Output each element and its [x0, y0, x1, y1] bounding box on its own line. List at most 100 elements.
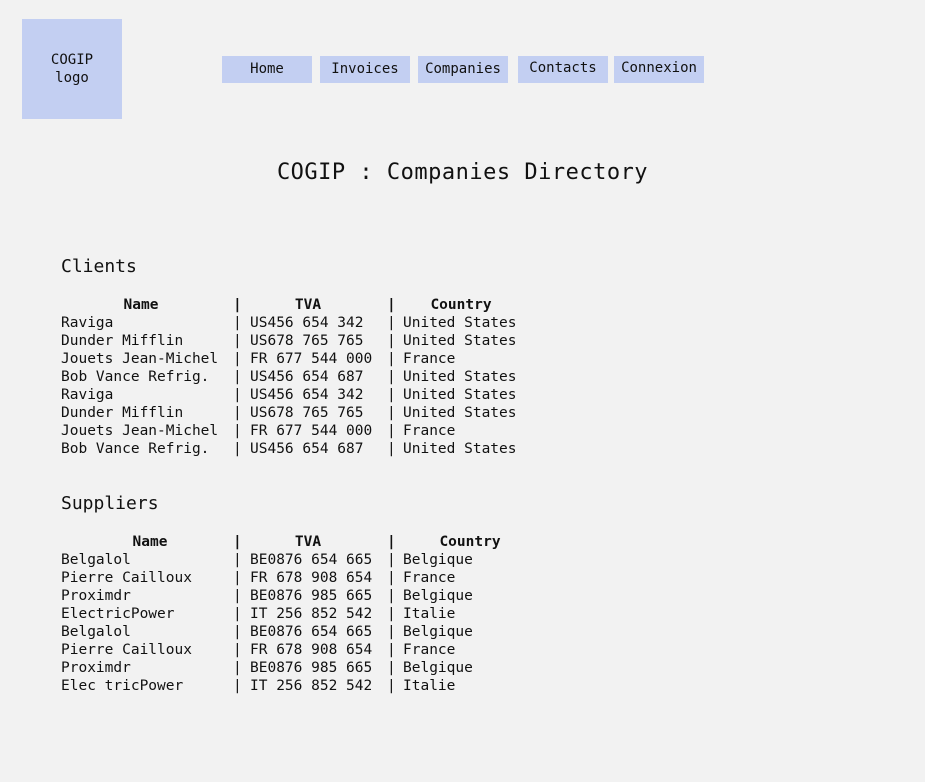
- suppliers-name-cell: Belgalol: [61, 552, 131, 568]
- clients-row-separator: |: [233, 405, 242, 421]
- suppliers-row-separator: |: [387, 570, 396, 586]
- page-title: COGIP : Companies Directory: [276, 160, 649, 185]
- suppliers-country-cell: France: [403, 642, 456, 658]
- clients-country-cell: United States: [403, 369, 517, 385]
- clients-table: Name | TVA | Country Raviga | US456 654 34…: [61, 296, 541, 458]
- suppliers-row-separator: |: [387, 552, 396, 568]
- nav-invoices-button[interactable]: Invoices: [320, 56, 410, 83]
- suppliers-row-separator: |: [233, 588, 242, 604]
- clients-tva-cell: FR 677 544 000: [250, 351, 373, 367]
- clients-row-separator: |: [387, 387, 396, 403]
- clients-header-separator: |: [233, 297, 242, 313]
- suppliers-header-country: Country: [439, 534, 501, 550]
- clients-row-separator: |: [233, 387, 242, 403]
- suppliers-tva-cell: BE0876 654 665: [250, 552, 373, 568]
- suppliers-header-separator: |: [387, 534, 396, 550]
- clients-header-country: Country: [430, 297, 492, 313]
- suppliers-row-separator: |: [233, 660, 242, 676]
- suppliers-country-cell: Belgique: [403, 660, 473, 676]
- suppliers-name-cell: Proximdr: [61, 660, 131, 676]
- clients-row-separator: |: [387, 369, 396, 385]
- suppliers-row-separator: |: [387, 678, 396, 694]
- suppliers-table-row: Belgalol | BE0876 654 665 | Belgique: [61, 623, 541, 641]
- clients-row-separator: |: [387, 333, 396, 349]
- suppliers-country-cell: Belgique: [403, 624, 473, 640]
- suppliers-country-cell: Belgique: [403, 588, 473, 604]
- clients-row-separator: |: [233, 333, 242, 349]
- suppliers-header-tva: TVA: [294, 534, 322, 550]
- suppliers-country-cell: Italie: [403, 606, 456, 622]
- clients-tva-cell: US678 765 765: [250, 405, 364, 421]
- suppliers-table-row: Pierre Cailloux | FR 678 908 654 | France: [61, 569, 541, 587]
- suppliers-row-separator: |: [233, 552, 242, 568]
- suppliers-row-separator: |: [387, 624, 396, 640]
- suppliers-table: Name | TVA | Country Belgalol | BE0876 654…: [61, 533, 541, 695]
- suppliers-tva-cell: FR 678 908 654: [250, 570, 373, 586]
- clients-name-cell: Bob Vance Refrig.: [61, 369, 210, 385]
- suppliers-name-cell: Elec tricPower: [61, 678, 184, 694]
- suppliers-table-row: Proximdr | BE0876 985 665 | Belgique: [61, 659, 541, 677]
- suppliers-tva-cell: BE0876 985 665: [250, 660, 373, 676]
- suppliers-row-separator: |: [387, 660, 396, 676]
- suppliers-header-name: Name: [132, 534, 168, 550]
- suppliers-table-row: Proximdr | BE0876 985 665 | Belgique: [61, 587, 541, 605]
- clients-name-cell: Raviga: [61, 315, 114, 331]
- clients-row-separator: |: [233, 441, 242, 457]
- clients-header-tva: TVA: [294, 297, 322, 313]
- clients-table-row: Dunder Mifflin | US678 765 765 | United Stat…: [61, 332, 541, 350]
- nav-connexion-button[interactable]: Connexion: [614, 56, 704, 83]
- clients-row-separator: |: [233, 369, 242, 385]
- clients-country-cell: United States: [403, 315, 517, 331]
- suppliers-row-separator: |: [233, 678, 242, 694]
- suppliers-section-title: Suppliers: [61, 493, 159, 514]
- clients-row-separator: |: [387, 423, 396, 439]
- clients-table-row: Raviga | US456 654 342 | United States: [61, 314, 541, 332]
- suppliers-row-separator: |: [233, 624, 242, 640]
- suppliers-row-separator: |: [387, 606, 396, 622]
- clients-table-row: Raviga | US456 654 342 | United States: [61, 386, 541, 404]
- clients-tva-cell: FR 677 544 000: [250, 423, 373, 439]
- clients-name-cell: Bob Vance Refrig.: [61, 441, 210, 457]
- clients-header-name: Name: [123, 297, 159, 313]
- suppliers-name-cell: Belgalol: [61, 624, 131, 640]
- suppliers-name-cell: ElectricPower: [61, 606, 175, 622]
- clients-row-separator: |: [233, 315, 242, 331]
- clients-country-cell: France: [403, 351, 456, 367]
- nav-contacts-button[interactable]: Contacts: [518, 56, 608, 83]
- suppliers-name-cell: Pierre Cailloux: [61, 570, 192, 586]
- suppliers-tva-cell: IT 256 852 542: [250, 678, 373, 694]
- clients-name-cell: Raviga: [61, 387, 114, 403]
- clients-table-row: Jouets Jean-Michel | FR 677 544 000 | France: [61, 350, 541, 368]
- suppliers-table-header: Name | TVA | Country: [61, 533, 541, 551]
- suppliers-row-separator: |: [233, 642, 242, 658]
- clients-table-header: Name | TVA | Country: [61, 296, 541, 314]
- clients-country-cell: United States: [403, 441, 517, 457]
- clients-table-row: Bob Vance Refrig. | US456 654 687 | United S…: [61, 440, 541, 458]
- clients-name-cell: Dunder Mifflin: [61, 333, 184, 349]
- suppliers-row-separator: |: [387, 588, 396, 604]
- suppliers-table-row: Pierre Cailloux | FR 678 908 654 | France: [61, 641, 541, 659]
- nav-home-button[interactable]: Home: [222, 56, 312, 83]
- suppliers-tva-cell: FR 678 908 654: [250, 642, 373, 658]
- clients-tva-cell: US456 654 687: [250, 441, 364, 457]
- nav-companies-button[interactable]: Companies: [418, 56, 508, 83]
- suppliers-name-cell: Proximdr: [61, 588, 131, 604]
- clients-row-separator: |: [233, 423, 242, 439]
- clients-tva-cell: US678 765 765: [250, 333, 364, 349]
- suppliers-row-separator: |: [233, 570, 242, 586]
- clients-table-row: Bob Vance Refrig. | US456 654 687 | United S…: [61, 368, 541, 386]
- clients-row-separator: |: [387, 441, 396, 457]
- clients-header-separator: |: [387, 297, 396, 313]
- clients-section-title: Clients: [61, 256, 137, 277]
- clients-tva-cell: US456 654 687: [250, 369, 364, 385]
- suppliers-row-separator: |: [387, 642, 396, 658]
- clients-table-row: Dunder Mifflin | US678 765 765 | United Stat…: [61, 404, 541, 422]
- clients-country-cell: United States: [403, 405, 517, 421]
- clients-name-cell: Jouets Jean-Michel: [61, 423, 219, 439]
- clients-name-cell: Jouets Jean-Michel: [61, 351, 219, 367]
- suppliers-tva-cell: IT 256 852 542: [250, 606, 373, 622]
- suppliers-country-cell: Italie: [403, 678, 456, 694]
- cogip-logo[interactable]: COGIP logo: [22, 19, 122, 119]
- suppliers-tva-cell: BE0876 654 665: [250, 624, 373, 640]
- clients-row-separator: |: [387, 405, 396, 421]
